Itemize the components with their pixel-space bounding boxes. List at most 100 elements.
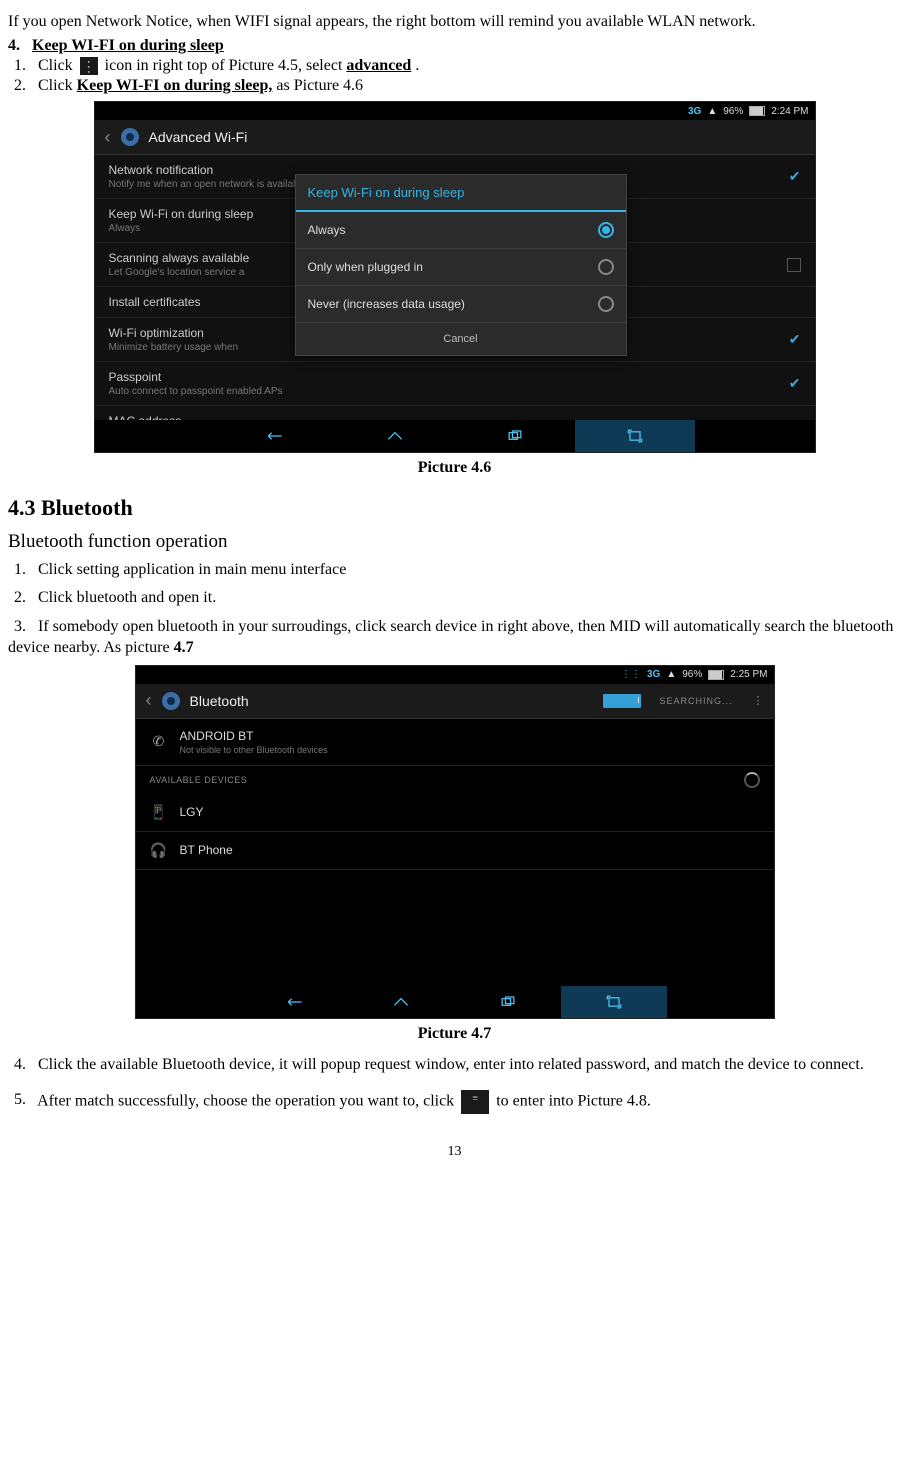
bt-step-3-bold: 4.7 [174,639,194,656]
bt-step-4-num: 4. [14,1055,34,1076]
nav-back-button[interactable] [215,420,335,452]
self-device-row[interactable]: ✆ ANDROID BT Not visible to other Blueto… [136,719,774,766]
back-icon[interactable]: ‹ [146,690,152,711]
wifi-icon: ▲ [666,669,676,680]
row-sub: Notify me when an open network is availa… [109,179,307,190]
figure-4-6-wrap: 3G ▲ 96% 2:24 PM ‹ Advanced Wi-Fi Networ… [8,101,901,453]
option-label: Never (increases data usage) [308,297,465,311]
step-1-post2: . [415,57,419,74]
step-1-num: 1. [14,57,34,75]
bt-step-1: 1. Click setting application in main men… [14,561,901,579]
battery-icon [749,106,765,116]
self-device-sub: Not visible to other Bluetooth devices [180,745,328,755]
row-title: Install certificates [109,295,201,309]
bt-step-2-num: 2. [14,589,34,607]
phone-icon: ✆ [150,733,168,750]
spinner-icon [744,772,760,788]
sleep-dialog: Keep Wi-Fi on during sleep Always Only w… [295,174,627,356]
dialog-option-always[interactable]: Always [296,212,626,249]
dialog-title: Keep Wi-Fi on during sleep [296,175,626,212]
row-sub: Always [109,223,254,234]
status-bar: 3G ▲ 96% 2:24 PM [95,102,815,120]
settings-sliders-icon: ≡ [461,1090,489,1114]
clock: 2:24 PM [771,106,808,117]
radio-on-icon[interactable] [598,222,614,238]
checkbox-on-icon[interactable]: ✔ [789,168,801,185]
heading-4: 4. Keep WI-FI on during sleep [8,37,901,55]
step-2-pre: Click [38,77,77,94]
row-sub: Auto connect to passpoint enabled APs [109,386,283,397]
step-1-advanced: advanced [346,57,411,74]
figure-4-7-caption: Picture 4.7 [8,1025,901,1043]
checkbox-off-icon[interactable] [787,258,801,272]
device-row-btphone[interactable]: 🎧 BT Phone [136,832,774,870]
bt-step-5-post: to enter into Picture 4.8. [496,1092,651,1109]
step-1-pre: Click [38,57,77,74]
dialog-option-never[interactable]: Never (increases data usage) [296,286,626,323]
app-bar: ‹ Bluetooth I SEARCHING... ⋮ [136,684,774,719]
available-devices-label: AVAILABLE DEVICES [136,766,774,794]
nav-spacer [695,420,815,452]
dialog-cancel-button[interactable]: Cancel [296,323,626,355]
signal-icon: 3G [688,106,701,117]
nav-spacer [95,420,215,452]
nav-recent-button[interactable] [455,420,575,452]
heading-4-text: Keep WI-FI on during sleep [32,37,224,54]
bt-step-3-pre: If somebody open bluetooth in your surro… [8,618,893,656]
option-label: Only when plugged in [308,260,423,274]
row-title: Wi-Fi optimization [109,326,239,340]
page-number: 13 [8,1144,901,1160]
device-row-lgy[interactable]: 📱 LGY [136,794,774,832]
device-name: LGY [180,805,204,819]
bt-step-5-num: 5. [14,1090,34,1111]
searching-label: SEARCHING... [659,696,732,706]
nav-spacer [667,986,773,1018]
nav-screenshot-button[interactable] [561,986,667,1018]
overflow-menu-icon[interactable]: ⋮ [753,694,764,707]
section-4-3-heading: 4.3 Bluetooth [8,495,901,521]
bluetooth-toggle[interactable]: I [603,694,641,708]
row-sub: Let Google's location service a [109,267,250,278]
checkbox-on-icon[interactable]: ✔ [789,331,801,348]
step-1-post1: icon in right top of Picture 4.5, select [105,57,347,74]
nav-bar [136,986,774,1018]
dialog-option-plugged[interactable]: Only when plugged in [296,249,626,286]
intro-paragraph: If you open Network Notice, when WIFI si… [8,12,901,33]
bt-step-2-text: Click bluetooth and open it. [38,589,216,606]
self-device-name: ANDROID BT [180,729,328,743]
figure-4-6: 3G ▲ 96% 2:24 PM ‹ Advanced Wi-Fi Networ… [94,101,816,453]
step-2: 2. Click Keep WI-FI on during sleep, as … [14,77,901,95]
nav-spacer [136,986,242,1018]
battery-icon [708,670,724,680]
nav-home-button[interactable] [335,420,455,452]
back-icon[interactable]: ‹ [105,127,111,148]
radio-off-icon[interactable] [598,296,614,312]
checkbox-on-icon[interactable]: ✔ [789,375,801,392]
row-passpoint[interactable]: Passpoint Auto connect to passpoint enab… [95,362,815,406]
heading-4-num: 4. [8,37,20,54]
app-bar: ‹ Advanced Wi-Fi [95,120,815,155]
bluetooth-subheading: Bluetooth function operation [8,531,901,553]
nav-back-button[interactable] [242,986,348,1018]
bt-step-5: 5. After match successfully, choose the … [8,1090,901,1114]
step-2-num: 2. [14,77,34,95]
row-title: Passpoint [109,370,283,384]
radio-off-icon[interactable] [598,259,614,275]
step-2-post: as Picture 4.6 [276,77,363,94]
bt-step-4: 4. Click the available Bluetooth device,… [8,1055,901,1076]
nav-bar [95,420,815,452]
wifi-icon: ▲ [707,106,717,117]
figure-4-7: ⋮⋮ 3G ▲ 96% 2:25 PM ‹ Bluetooth I SEARCH… [135,665,775,1019]
nav-recent-button[interactable] [454,986,560,1018]
overflow-menu-icon: ●●● [80,57,98,75]
signal-icon: 3G [647,669,660,680]
bt-step-2: 2. Click bluetooth and open it. [14,589,901,607]
status-bar: ⋮⋮ 3G ▲ 96% 2:25 PM [136,666,774,684]
nav-screenshot-button[interactable] [575,420,695,452]
row-sub: Minimize battery usage when [109,342,239,353]
section-label-text: AVAILABLE DEVICES [150,775,248,785]
step-1: 1. Click ●●● icon in right top of Pictur… [14,57,901,75]
row-title: Network notification [109,163,307,177]
nav-home-button[interactable] [348,986,454,1018]
phone-icon: 📱 [150,804,168,821]
